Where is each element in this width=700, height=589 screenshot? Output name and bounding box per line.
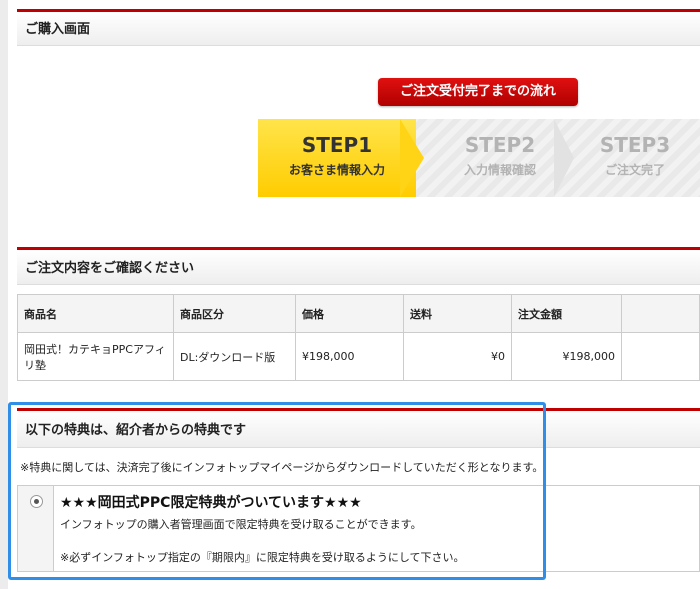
- cell-price: ¥198,000: [295, 332, 404, 381]
- bonus-radio-cell: [18, 486, 54, 571]
- cell-total: ¥198,000: [511, 332, 622, 381]
- step-1-number: STEP1: [301, 133, 373, 157]
- col-shipping: 送料: [403, 294, 512, 333]
- left-rail: [0, 0, 8, 589]
- confirm-header: ご注文内容をご確認ください: [17, 247, 700, 285]
- bonus-header: 以下の特典は、紹介者からの特典です: [17, 408, 700, 448]
- cell-empty: [621, 332, 700, 381]
- step-2-number: STEP2: [464, 133, 536, 157]
- step-3-number: STEP3: [599, 133, 671, 157]
- cell-shipping: ¥0: [403, 332, 512, 381]
- cell-category: DL:ダウンロード版: [173, 332, 296, 381]
- col-price: 価格: [295, 294, 404, 333]
- col-empty: [621, 294, 700, 333]
- col-category: 商品区分: [173, 294, 296, 333]
- step-1-label: お客さま情報入力: [288, 163, 385, 177]
- step-1-arrow: [400, 119, 424, 197]
- order-table-header-row: 商品名 商品区分 価格 送料 注文金額: [17, 294, 700, 333]
- step-1: STEP1 お客さま情報入力: [258, 119, 416, 197]
- bonus-title: ★★★岡田式PPC限定特典がついています★★★: [60, 495, 362, 511]
- bonus-option[interactable]: ★★★岡田式PPC限定特典がついています★★★ インフォトップの購入者管理画面で…: [17, 485, 700, 572]
- col-total: 注文金額: [511, 294, 622, 333]
- bonus-warning: ※必ずインフォトップ指定の『期限内』に限定特典を受け取るようにして下さい。: [60, 551, 465, 564]
- bonus-description: インフォトップの購入者管理画面で限定特典を受け取ることができます。: [60, 518, 422, 531]
- order-flow-badge: ご注文受付完了までの流れ: [378, 78, 578, 106]
- purchase-header: ご購入画面: [17, 9, 700, 46]
- bonus-radio-button[interactable]: [30, 495, 43, 508]
- step-indicator: STEP1 お客さま情報入力 STEP2 入力情報確認 STEP3 ご注文完了: [258, 119, 700, 197]
- cell-product-name: 岡田式！カテキョPPCアフィリ塾: [17, 332, 174, 381]
- step-2-label: 入力情報確認: [463, 163, 536, 177]
- step-2: STEP2 入力情報確認: [430, 119, 570, 197]
- order-table: 商品名 商品区分 価格 送料 注文金額 岡田式！カテキョPPCアフィリ塾 DL:…: [17, 294, 700, 381]
- step-3-label: ご注文完了: [604, 163, 665, 177]
- col-product-name: 商品名: [17, 294, 174, 333]
- bonus-note: ※特典に関しては、決済完了後にインフォトップマイページからダウンロードしていただ…: [20, 461, 544, 474]
- table-row: 岡田式！カテキョPPCアフィリ塾 DL:ダウンロード版 ¥198,000 ¥0 …: [17, 332, 700, 381]
- step-3: STEP3 ご注文完了: [570, 119, 700, 197]
